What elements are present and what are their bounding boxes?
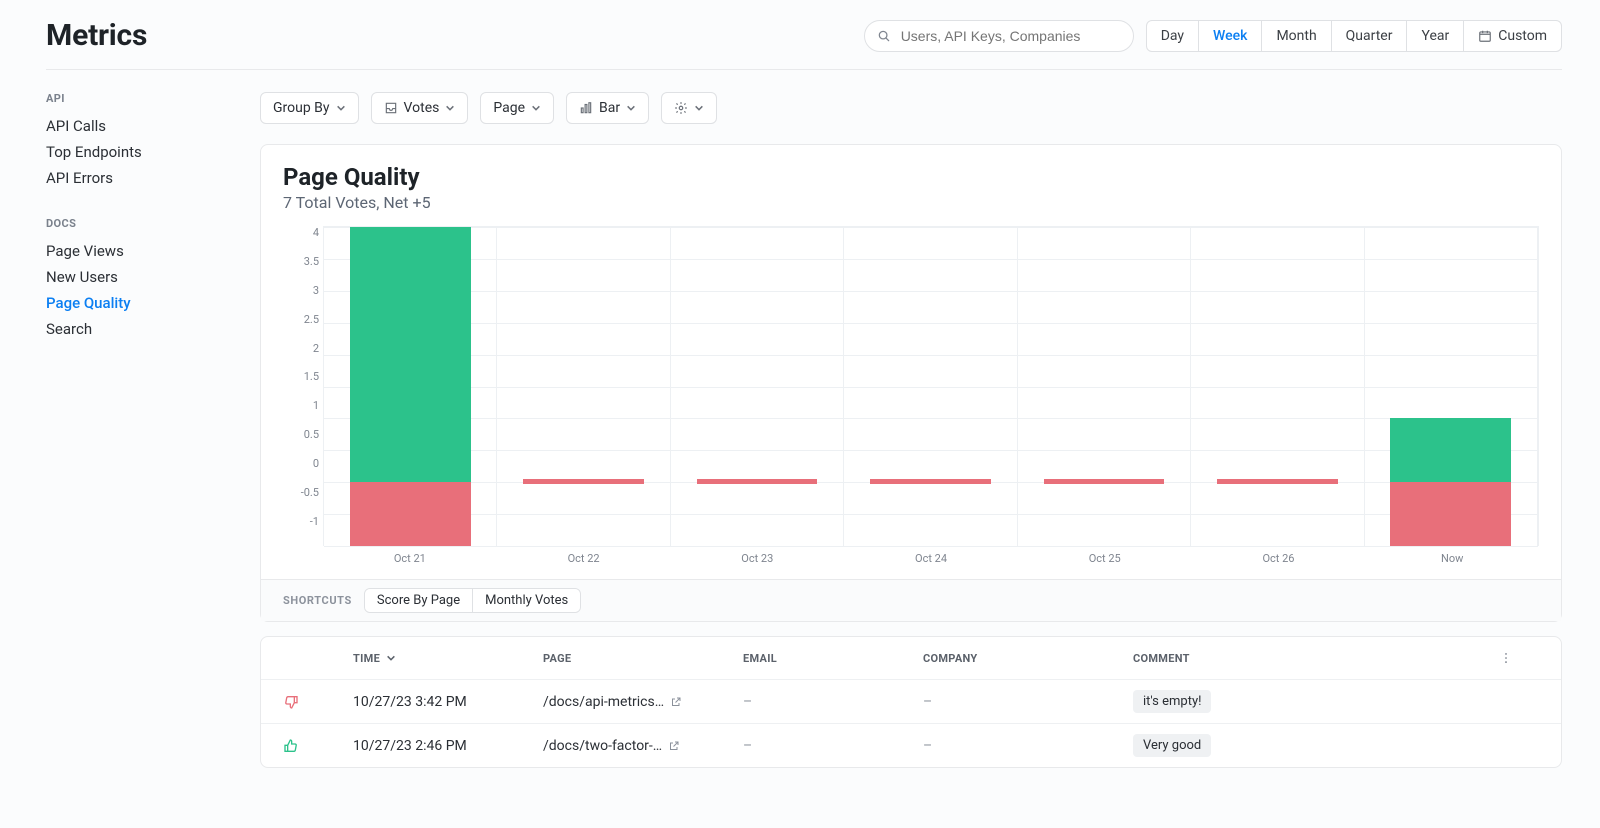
- chevron-down-icon: [694, 103, 704, 113]
- col-comment[interactable]: COMMENT: [1133, 652, 1499, 665]
- range-year[interactable]: Year: [1407, 21, 1464, 51]
- thumb-down-icon: [283, 694, 353, 710]
- col-page[interactable]: PAGE: [543, 652, 743, 665]
- votes-dropdown[interactable]: Votes: [371, 92, 469, 124]
- sidebar-item-new-users[interactable]: New Users: [46, 264, 220, 290]
- bar-chart-icon: [579, 101, 593, 115]
- inbox-icon: [384, 101, 398, 115]
- thumb-up-icon: [283, 738, 353, 754]
- chart-column: [1191, 227, 1364, 546]
- table-row[interactable]: 10/27/23 3:42 PM/docs/api-metrics…––it's…: [261, 679, 1561, 723]
- sort-desc-icon: [386, 653, 396, 663]
- cell-time: 10/27/23 2:46 PM: [353, 738, 543, 754]
- gear-icon: [674, 101, 688, 115]
- sidebar-item-api-calls[interactable]: API Calls: [46, 113, 220, 139]
- chart-column: [671, 227, 844, 546]
- sidebar-group-header: DOCS: [46, 217, 220, 230]
- y-axis: 43.532.521.510.50-0.5-1: [283, 226, 323, 546]
- chart-subtitle: 7 Total Votes, Net +5: [283, 193, 1539, 212]
- votes-table: TIME PAGE EMAIL COMPANY COMMENT 10/27/23…: [260, 636, 1562, 768]
- sidebar-group-header: API: [46, 92, 220, 105]
- range-month[interactable]: Month: [1262, 21, 1331, 51]
- chart-column: [324, 227, 497, 546]
- cell-comment: Very good: [1133, 734, 1499, 757]
- range-week[interactable]: Week: [1199, 21, 1262, 51]
- external-link-icon[interactable]: [670, 696, 682, 708]
- table-header: TIME PAGE EMAIL COMPANY COMMENT: [261, 637, 1561, 679]
- sidebar-item-page-quality[interactable]: Page Quality: [46, 290, 220, 316]
- table-row[interactable]: 10/27/23 2:46 PM/docs/two-factor-…––Very…: [261, 723, 1561, 767]
- chevron-down-icon: [626, 103, 636, 113]
- cell-company: –: [923, 694, 1133, 710]
- chevron-down-icon: [336, 103, 346, 113]
- cell-email: –: [743, 694, 923, 710]
- chart-area: [323, 226, 1539, 546]
- cell-time: 10/27/23 3:42 PM: [353, 694, 543, 710]
- calendar-icon: [1478, 29, 1492, 43]
- search-input[interactable]: [899, 27, 1121, 45]
- chevron-down-icon: [531, 103, 541, 113]
- page-dropdown[interactable]: Page: [480, 92, 554, 124]
- sidebar-item-top-endpoints[interactable]: Top Endpoints: [46, 139, 220, 165]
- groupby-dropdown[interactable]: Group By: [260, 92, 359, 124]
- sidebar-item-search[interactable]: Search: [46, 316, 220, 342]
- cell-page[interactable]: /docs/two-factor-…: [543, 738, 743, 754]
- range-day[interactable]: Day: [1147, 21, 1199, 51]
- page-title: Metrics: [46, 18, 147, 53]
- x-axis: Oct 21Oct 22Oct 23Oct 24Oct 25Oct 26Now: [323, 546, 1539, 565]
- viz-type-dropdown[interactable]: Bar: [566, 92, 649, 124]
- shortcut-chip-group: Score By PageMonthly Votes: [364, 588, 581, 613]
- chart-settings-dropdown[interactable]: [661, 92, 717, 124]
- cell-email: –: [743, 738, 923, 754]
- chart-panel: Page Quality 7 Total Votes, Net +5 43.53…: [260, 144, 1562, 622]
- sidebar: API API CallsTop EndpointsAPI Errors DOCS P…: [46, 92, 220, 768]
- external-link-icon[interactable]: [668, 740, 680, 752]
- chart-title: Page Quality: [283, 163, 1539, 191]
- range-quarter[interactable]: Quarter: [1332, 21, 1408, 51]
- date-range-selector: DayWeekMonthQuarterYearCustom: [1146, 20, 1562, 52]
- chart-column: [497, 227, 670, 546]
- cell-company: –: [923, 738, 1133, 754]
- chart-column: [844, 227, 1017, 546]
- range-custom[interactable]: Custom: [1464, 21, 1561, 51]
- table-more-icon[interactable]: [1499, 651, 1539, 665]
- cell-page[interactable]: /docs/api-metrics…: [543, 694, 743, 710]
- cell-comment: it's empty!: [1133, 690, 1499, 713]
- sidebar-item-api-errors[interactable]: API Errors: [46, 165, 220, 191]
- sidebar-item-page-views[interactable]: Page Views: [46, 238, 220, 264]
- chart-column: [1018, 227, 1191, 546]
- col-email[interactable]: EMAIL: [743, 652, 923, 665]
- col-company[interactable]: COMPANY: [923, 652, 1133, 665]
- search-icon: [877, 29, 891, 43]
- col-time[interactable]: TIME: [353, 652, 543, 665]
- shortcut-score-by-page[interactable]: Score By Page: [365, 589, 473, 612]
- shortcut-monthly-votes[interactable]: Monthly Votes: [473, 589, 580, 612]
- chevron-down-icon: [445, 103, 455, 113]
- search-field[interactable]: [864, 20, 1134, 52]
- chart-column: [1365, 227, 1538, 546]
- shortcuts-header: SHORTCUTS: [283, 594, 352, 607]
